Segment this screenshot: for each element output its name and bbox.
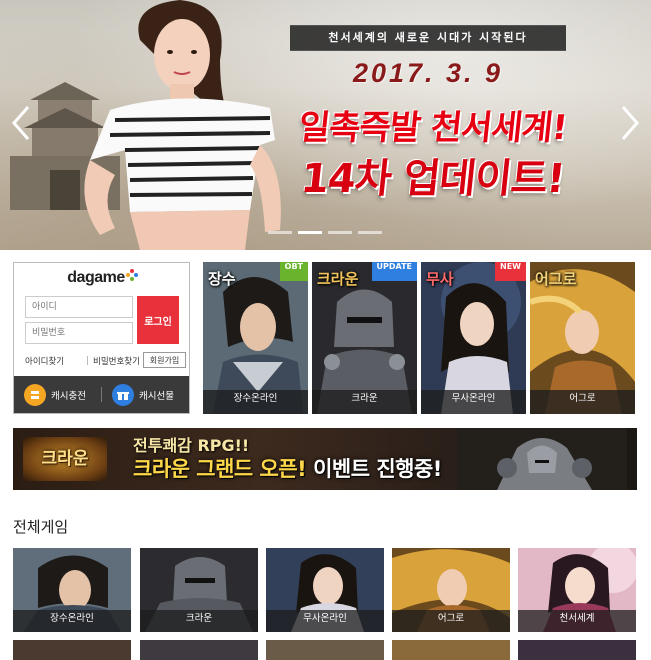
game-card-partial[interactable] — [13, 640, 131, 660]
game-name: 장수온라인 — [203, 390, 308, 414]
account-links: 아이디찾기 비밀번호찾기 회원가입 — [25, 352, 186, 370]
dagame-logo[interactable]: dagame — [14, 269, 191, 287]
coin-icon — [24, 384, 46, 406]
model-photo — [84, 0, 281, 250]
logo-text: dagame — [67, 269, 125, 286]
cash-charge-button[interactable]: 캐시충전 — [24, 384, 86, 406]
hero-prev-arrow-icon[interactable] — [6, 103, 36, 143]
game-name: 어그로 — [530, 390, 635, 414]
game-card-partial[interactable] — [392, 640, 510, 660]
game-name: 어그로 — [392, 610, 510, 632]
game-name: 무사온라인 — [266, 610, 384, 632]
featured-game-card[interactable]: 장수 OBT 장수온라인 — [203, 262, 308, 414]
hero-date: 2017. 3. 9 — [352, 58, 504, 88]
hero-tagline: 천서세계의 새로운 시대가 시작된다 — [290, 25, 566, 51]
all-games-title: 전체게임 — [13, 518, 69, 536]
game-card-partial[interactable] — [518, 640, 636, 660]
game-card[interactable]: 어그로 — [392, 548, 510, 632]
slide-dot-3[interactable] — [328, 231, 352, 234]
slide-dot-4[interactable] — [358, 231, 382, 234]
login-button[interactable]: 로그인 — [137, 296, 179, 344]
featured-game-card[interactable]: 어그로 어그로 — [530, 262, 635, 414]
game-card-partial[interactable] — [140, 640, 258, 660]
game-card-partial[interactable] — [266, 640, 384, 660]
knight-art — [457, 428, 627, 490]
link-divider — [87, 356, 88, 365]
game-title-art: 장수 — [208, 270, 236, 288]
cash-bar: 캐시충전 캐시선물 — [14, 376, 189, 413]
logo-dots-icon — [125, 269, 138, 281]
id-input[interactable] — [25, 296, 133, 318]
game-name: 천서세계 — [518, 610, 636, 632]
join-button[interactable]: 회원가입 — [143, 352, 186, 368]
slide-dot-2[interactable] — [298, 231, 322, 234]
game-title-art: 어그로 — [535, 270, 577, 288]
login-box: dagame 로그인 아이디찾기 비밀번호찾기 회원가입 캐시충전 캐시선물 — [13, 262, 190, 414]
game-card[interactable]: 장수온라인 — [13, 548, 131, 632]
hero-next-arrow-icon[interactable] — [615, 103, 645, 143]
event-banner[interactable]: 크라운 전투쾌감 RPG!! 크라운 그랜드 오픈! 이벤트 진행중! — [13, 428, 637, 490]
cash-gift-label: 캐시선물 — [139, 391, 174, 402]
cash-gift-button[interactable]: 캐시선물 — [112, 384, 174, 406]
hero-title-line1: 일촉즉발 천서세계! — [296, 108, 569, 148]
game-name: 크라운 — [140, 610, 258, 632]
game-name: 크라운 — [312, 390, 417, 414]
game-name: 무사온라인 — [421, 390, 526, 414]
status-badge: NEW — [495, 262, 526, 281]
hero-title-line2: 14차 업데이트! — [298, 156, 567, 202]
status-badge: OBT — [279, 262, 308, 281]
cash-charge-label: 캐시충전 — [51, 391, 86, 402]
banner-headline: 크라운 그랜드 오픈! 이벤트 진행중! — [133, 453, 442, 483]
password-input[interactable] — [25, 322, 133, 344]
game-card[interactable]: 무사온라인 — [266, 548, 384, 632]
game-card[interactable]: 천서세계 — [518, 548, 636, 632]
hero-banner[interactable]: 천서세계의 새로운 시대가 시작된다 2017. 3. 9 일촉즉발 천서세계!… — [0, 0, 651, 250]
gift-icon — [112, 384, 134, 406]
game-card[interactable]: 크라운 — [140, 548, 258, 632]
game-name: 장수온라인 — [13, 610, 131, 632]
banner-headline-white: 이벤트 진행중! — [313, 457, 442, 481]
featured-game-card[interactable]: 무사 NEW 무사온라인 — [421, 262, 526, 414]
status-badge: UPDATE — [371, 262, 417, 281]
featured-game-card[interactable]: 크라운 UPDATE 크라운 — [312, 262, 417, 414]
slide-indicator — [268, 231, 382, 234]
game-title-art: 무사 — [426, 270, 454, 288]
slide-dot-1[interactable] — [268, 231, 292, 234]
game-title-art: 크라운 — [317, 270, 359, 288]
crown-logo: 크라운 — [23, 437, 107, 481]
cash-divider — [101, 387, 102, 402]
find-id-link[interactable]: 아이디찾기 — [25, 355, 64, 367]
banner-headline-yellow: 크라운 그랜드 오픈! — [133, 457, 307, 481]
find-password-link[interactable]: 비밀번호찾기 — [93, 355, 140, 367]
